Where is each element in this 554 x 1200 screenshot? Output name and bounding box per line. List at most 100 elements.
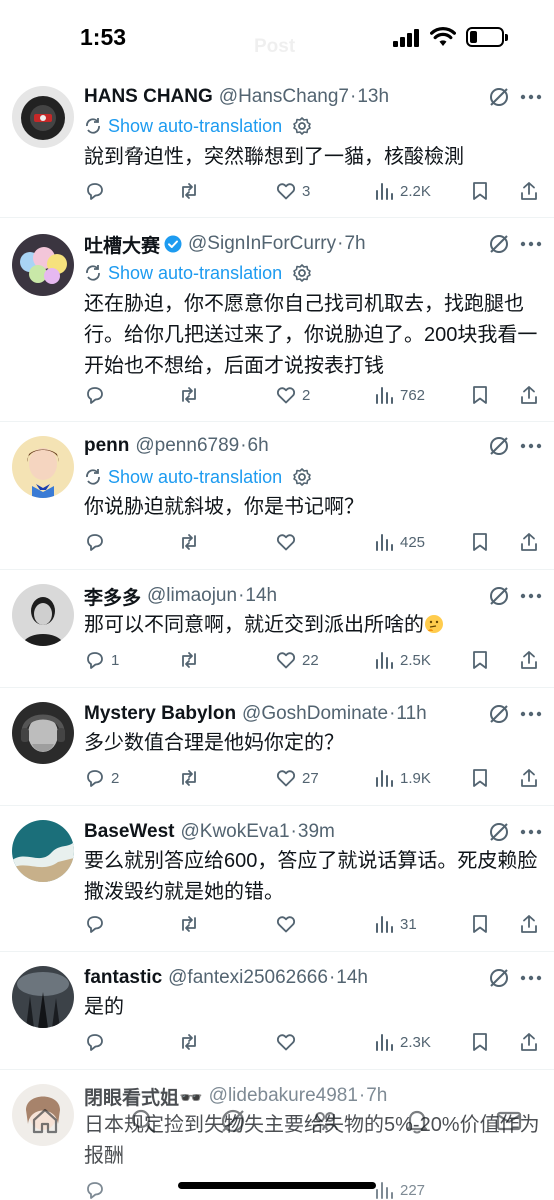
author-handle[interactable]: @HansChang7 <box>219 86 349 108</box>
author-name[interactable]: fantastic <box>84 967 162 989</box>
views-button[interactable]: 31 <box>373 911 417 937</box>
repost-button[interactable] <box>178 529 205 555</box>
author-handle[interactable]: @limaojun <box>147 585 237 607</box>
like-button[interactable]: 2 <box>275 382 310 408</box>
avatar[interactable] <box>12 584 74 646</box>
views-button[interactable]: 425 <box>373 529 425 555</box>
like-button[interactable]: 22 <box>275 647 319 673</box>
post-time[interactable]: 39m <box>298 821 335 843</box>
tweet[interactable]: BaseWest @KwokEva1 · 39m 要么就别答应给600，答应了就… <box>0 806 554 952</box>
bookmark-button[interactable] <box>469 911 491 937</box>
author-name[interactable]: 吐槽大赛 <box>84 231 160 258</box>
grok-icon[interactable] <box>488 585 510 607</box>
avatar[interactable] <box>12 234 74 296</box>
like-button[interactable] <box>275 911 302 937</box>
author-handle[interactable]: @fantexi25062666 <box>168 967 328 989</box>
bookmark-button[interactable] <box>469 647 491 673</box>
grok-icon[interactable] <box>488 233 510 255</box>
messages-icon[interactable] <box>494 1106 524 1136</box>
tweet[interactable]: fantastic @fantexi25062666 · 14h 是的 2.3K <box>0 952 554 1070</box>
show-translation-link[interactable]: Show auto-translation <box>84 261 312 285</box>
post-time[interactable]: 7h <box>344 233 365 255</box>
like-button[interactable]: 27 <box>275 765 319 791</box>
grok-icon[interactable] <box>488 821 510 843</box>
views-button[interactable]: 762 <box>373 382 425 408</box>
bookmark-button[interactable] <box>469 529 491 555</box>
share-button[interactable] <box>518 1029 540 1055</box>
repost-button[interactable] <box>178 178 205 204</box>
post-time[interactable]: 14h <box>245 585 277 607</box>
translation-label[interactable]: Show auto-translation <box>108 116 282 137</box>
bookmark-button[interactable] <box>469 1029 491 1055</box>
avatar[interactable] <box>12 86 74 148</box>
views-button[interactable]: 1.9K <box>373 765 431 791</box>
post-time[interactable]: 13h <box>357 86 389 108</box>
post-time[interactable]: 6h <box>248 435 269 457</box>
bookmark-button[interactable] <box>469 382 491 408</box>
avatar[interactable] <box>12 966 74 1028</box>
gear-icon[interactable] <box>292 263 312 283</box>
translation-label[interactable]: Show auto-translation <box>108 467 282 488</box>
reply-button[interactable] <box>84 529 111 555</box>
author-name[interactable]: BaseWest <box>84 821 174 843</box>
like-button[interactable] <box>275 1029 302 1055</box>
home-icon[interactable] <box>30 1106 60 1136</box>
views-button[interactable]: 227 <box>373 1177 425 1200</box>
author-handle[interactable]: @GoshDominate <box>242 703 388 725</box>
show-translation-link[interactable]: Show auto-translation <box>84 465 312 489</box>
share-button[interactable] <box>518 765 540 791</box>
bookmark-button[interactable] <box>469 178 491 204</box>
grok-icon[interactable] <box>488 703 510 725</box>
share-button[interactable] <box>518 911 540 937</box>
grok-icon[interactable] <box>488 86 510 108</box>
more-icon[interactable] <box>520 711 542 717</box>
tweet[interactable]: Mystery Babylon @GoshDominate · 11h 多少数值… <box>0 688 554 806</box>
views-button[interactable]: 2.2K <box>373 178 431 204</box>
tweet[interactable]: HANS CHANG @HansChang7 · 13h Show auto-t… <box>0 78 554 218</box>
share-button[interactable] <box>518 382 540 408</box>
avatar[interactable] <box>12 820 74 882</box>
post-time[interactable]: 11h <box>396 703 426 725</box>
grok-nav-icon[interactable] <box>218 1106 248 1136</box>
reply-button[interactable]: 2 <box>84 765 119 791</box>
grok-icon[interactable] <box>488 967 510 989</box>
tweet[interactable]: penn @penn6789 · 6h Show auto-translatio… <box>0 422 554 570</box>
gear-icon[interactable] <box>292 116 312 136</box>
grok-icon[interactable] <box>488 435 510 457</box>
post-time[interactable]: 14h <box>336 967 368 989</box>
author-name[interactable]: HANS CHANG <box>84 86 213 108</box>
author-handle[interactable]: @KwokEva1 <box>180 821 289 843</box>
share-button[interactable] <box>518 647 540 673</box>
author-handle[interactable]: @penn6789 <box>135 435 239 457</box>
more-icon[interactable] <box>520 94 542 100</box>
reply-button[interactable] <box>84 1177 106 1200</box>
more-icon[interactable] <box>520 241 542 247</box>
more-icon[interactable] <box>520 829 542 835</box>
share-button[interactable] <box>518 529 540 555</box>
tweet[interactable]: 吐槽大赛 @SignInForCurry · 7h Show auto-tran… <box>0 218 554 422</box>
views-button[interactable]: 2.3K <box>373 1029 431 1055</box>
notifications-icon[interactable] <box>402 1106 432 1136</box>
author-name[interactable]: penn <box>84 435 129 457</box>
reply-button[interactable] <box>84 1029 111 1055</box>
bookmark-button[interactable] <box>469 765 491 791</box>
reply-button[interactable] <box>84 382 111 408</box>
like-button[interactable] <box>275 529 302 555</box>
repost-button[interactable] <box>178 647 205 673</box>
show-translation-link[interactable]: Show auto-translation <box>84 114 312 138</box>
views-button[interactable]: 2.5K <box>373 647 431 673</box>
more-icon[interactable] <box>520 593 542 599</box>
repost-button[interactable] <box>178 1029 205 1055</box>
more-icon[interactable] <box>520 443 542 449</box>
author-name[interactable]: 李多多 <box>84 583 141 610</box>
avatar[interactable] <box>12 436 74 498</box>
repost-button[interactable] <box>178 765 205 791</box>
reply-button[interactable]: 1 <box>84 647 119 673</box>
share-button[interactable] <box>518 178 540 204</box>
reply-button[interactable] <box>84 911 111 937</box>
translation-label[interactable]: Show auto-translation <box>108 263 282 284</box>
tweet[interactable]: 李多多 @limaojun · 14h 那可以不同意啊，就近交到派出所啥的 1 … <box>0 570 554 688</box>
author-name[interactable]: Mystery Babylon <box>84 703 236 725</box>
more-icon[interactable] <box>520 975 542 981</box>
like-button[interactable]: 3 <box>275 178 310 204</box>
